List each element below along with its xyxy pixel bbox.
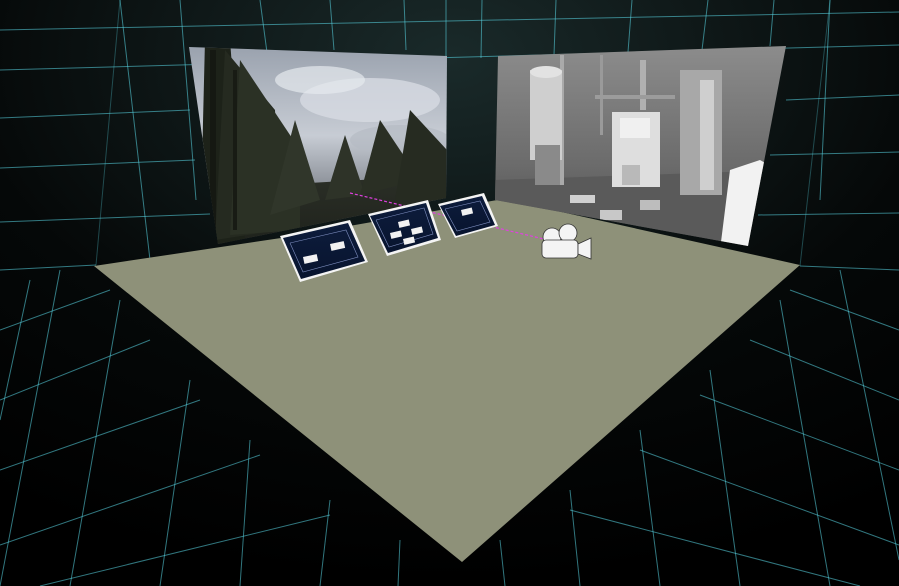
vr-scene — [0, 0, 899, 586]
